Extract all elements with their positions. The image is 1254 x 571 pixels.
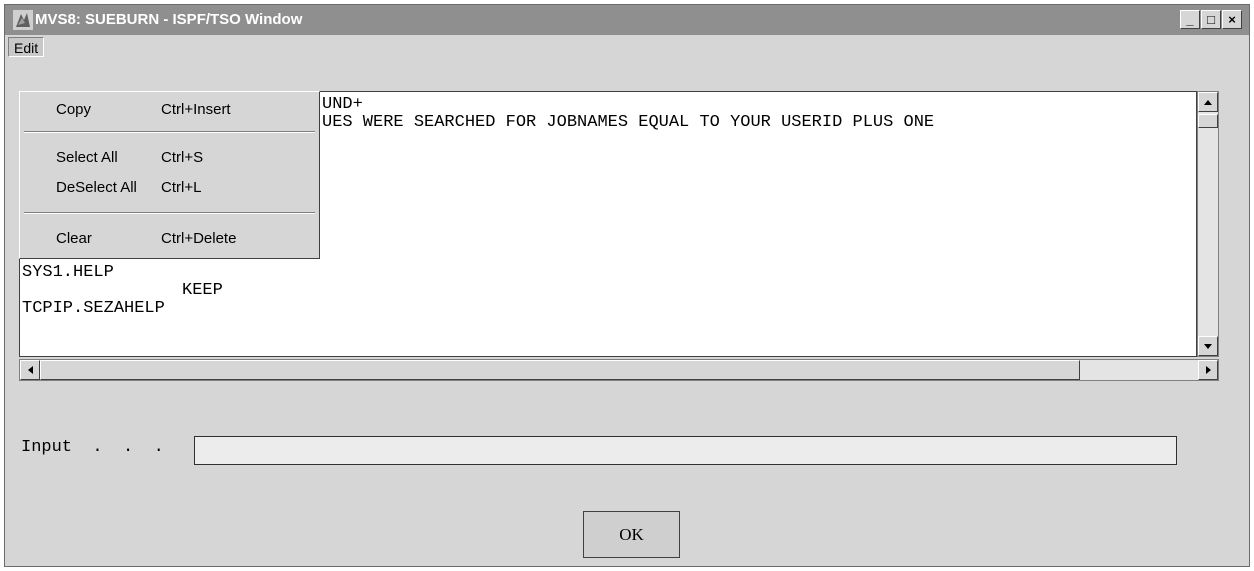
edit-dropdown-menu: Copy Ctrl+Insert Select All Ctrl+S DeSel…: [19, 91, 320, 259]
menu-item-shortcut: Ctrl+Delete: [161, 230, 237, 247]
output-line: KEEP: [182, 281, 223, 300]
menu-separator: [24, 212, 315, 214]
menu-bar: Edit: [5, 35, 1249, 59]
vertical-scrollbar[interactable]: [1197, 91, 1219, 357]
output-line: UND+: [322, 95, 363, 114]
ispf-tso-window: MVS8: SUEBURN - ISPF/TSO Window _ □ × Ed…: [4, 4, 1250, 567]
menu-item-label: DeSelect All: [56, 179, 137, 196]
scroll-right-button[interactable]: [1198, 360, 1218, 380]
maximize-button[interactable]: □: [1201, 10, 1221, 29]
minimize-button[interactable]: _: [1180, 10, 1200, 29]
menu-item-shortcut: Ctrl+Insert: [161, 101, 231, 118]
menu-item-select-all[interactable]: Select All Ctrl+S: [20, 144, 319, 172]
scroll-left-button[interactable]: [20, 360, 40, 380]
scroll-down-button[interactable]: [1198, 336, 1218, 356]
menu-edit[interactable]: Edit: [8, 37, 45, 57]
scroll-up-button[interactable]: [1198, 92, 1218, 112]
menu-item-label: Select All: [56, 149, 118, 166]
vertical-scroll-thumb[interactable]: [1198, 114, 1218, 128]
app-icon[interactable]: [13, 10, 33, 30]
input-label: Input . . .: [21, 438, 164, 457]
horizontal-scroll-thumb[interactable]: [40, 360, 1080, 380]
menu-item-shortcut: Ctrl+L: [161, 179, 202, 196]
arrow-right-icon: [1206, 366, 1211, 374]
window-title: MVS8: SUEBURN - ISPF/TSO Window: [35, 11, 303, 28]
input-field[interactable]: [194, 436, 1177, 465]
arrow-up-icon: [1204, 100, 1212, 105]
menu-item-copy[interactable]: Copy Ctrl+Insert: [20, 96, 319, 124]
menu-item-label: Clear: [56, 230, 92, 247]
ok-button[interactable]: OK: [583, 511, 680, 558]
title-bar[interactable]: MVS8: SUEBURN - ISPF/TSO Window _ □ ×: [5, 5, 1249, 35]
arrow-left-icon: [28, 366, 33, 374]
menu-item-deselect-all[interactable]: DeSelect All Ctrl+L: [20, 174, 319, 202]
menu-separator: [24, 131, 315, 133]
menu-item-label: Copy: [56, 101, 92, 118]
menu-item-clear[interactable]: Clear Ctrl+Delete: [20, 225, 319, 253]
output-line: SYS1.HELP: [22, 263, 114, 282]
arrow-down-icon: [1204, 344, 1212, 349]
output-line: TCPIP.SEZAHELP: [22, 299, 165, 318]
output-line: UES WERE SEARCHED FOR JOBNAMES EQUAL TO …: [322, 113, 935, 132]
horizontal-scrollbar[interactable]: [19, 359, 1219, 381]
close-button[interactable]: ×: [1222, 10, 1242, 29]
menu-item-shortcut: Ctrl+S: [161, 149, 204, 166]
